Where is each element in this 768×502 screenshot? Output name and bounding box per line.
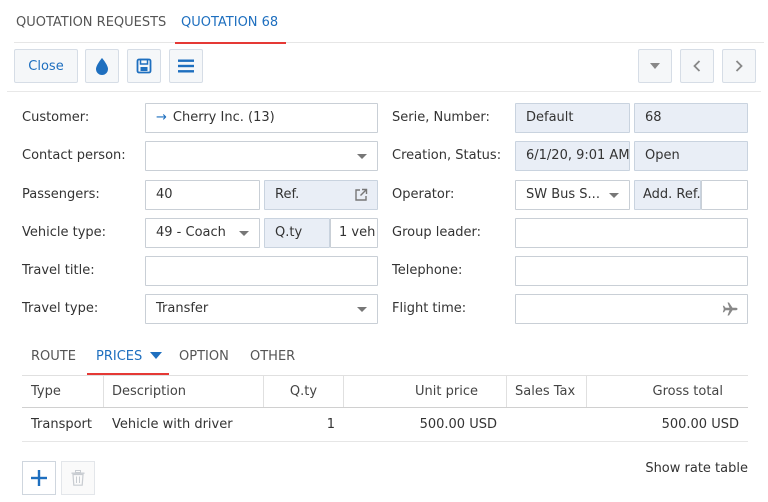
add-ref-label-box: Add. Ref. — [634, 180, 701, 210]
group-leader-input[interactable] — [515, 218, 748, 248]
airplane-icon[interactable] — [722, 302, 738, 316]
cell-gross-total: 500.00 USD — [661, 417, 739, 432]
tab-option[interactable]: OPTION — [179, 341, 229, 375]
tab-other[interactable]: OTHER — [250, 341, 295, 375]
travel-type-select[interactable]: Transfer — [145, 294, 378, 324]
contact-person-select[interactable] — [145, 141, 378, 171]
contact-person-label: Contact person: — [22, 148, 126, 163]
travel-type-value: Transfer — [156, 301, 209, 316]
caret-down-icon — [239, 231, 249, 236]
travel-title-input[interactable] — [145, 256, 378, 286]
plus-icon — [31, 470, 47, 486]
previous-button[interactable] — [680, 49, 714, 83]
tab-prices[interactable]: PRICES — [86, 341, 170, 375]
column-header-type[interactable]: Type — [22, 376, 104, 407]
ref-label: Ref. — [275, 187, 300, 202]
drop-icon — [96, 58, 108, 75]
travel-type-label: Travel type: — [22, 301, 99, 316]
serie-number-label: Serie, Number: — [392, 110, 490, 125]
trash-icon — [71, 470, 85, 486]
operator-label: Operator: — [392, 187, 455, 202]
customer-field[interactable]: → Cherry Inc. (13) — [145, 103, 378, 133]
save-icon — [136, 58, 152, 74]
cell-qty: 1 — [326, 417, 335, 432]
delete-row-button[interactable] — [61, 461, 95, 495]
travel-title-label: Travel title: — [22, 263, 95, 278]
passengers-label: Passengers: — [22, 187, 100, 202]
menu-button[interactable] — [169, 49, 203, 83]
telephone-label: Telephone: — [392, 263, 463, 278]
number-field: 68 — [634, 103, 748, 133]
caret-down-icon — [609, 193, 619, 198]
arrow-right-icon: → — [156, 110, 167, 125]
cell-description: Vehicle with driver — [112, 417, 233, 432]
chevron-right-icon — [735, 60, 743, 72]
sub-tab-bar: ROUTE PRICES OPTION OTHER — [22, 341, 748, 375]
menu-icon — [178, 59, 194, 73]
tab-prices-label: PRICES — [96, 349, 143, 364]
tab-quotation-requests[interactable]: QUOTATION REQUESTS — [16, 0, 166, 43]
flight-time-label: Flight time: — [392, 301, 467, 316]
cell-unit-price: 500.00 USD — [419, 417, 497, 432]
customer-label: Customer: — [22, 110, 90, 125]
toolbar-divider — [7, 91, 761, 92]
qty-input[interactable]: 1 veh — [330, 218, 378, 248]
caret-down-icon — [357, 154, 367, 159]
cell-sales-tax — [507, 408, 587, 441]
column-header-qty[interactable]: Q.ty — [264, 376, 344, 407]
chevron-left-icon — [693, 60, 701, 72]
group-leader-label: Group leader: — [392, 225, 482, 240]
tab-quotation-68[interactable]: QUOTATION 68 — [174, 0, 287, 44]
add-row-button[interactable] — [22, 461, 56, 495]
cell-type: Transport — [31, 417, 93, 432]
add-ref-input[interactable] — [701, 180, 748, 210]
column-header-sales-tax[interactable]: Sales Tax — [507, 376, 587, 407]
operator-value: SW Bus S... — [526, 187, 600, 202]
save-button[interactable] — [127, 49, 161, 83]
column-header-gross-total[interactable]: Gross total — [587, 376, 748, 407]
telephone-input[interactable] — [515, 256, 748, 286]
more-dropdown-button[interactable] — [638, 49, 672, 83]
creation-date-field: 6/1/20, 9:01 AM — [515, 141, 630, 171]
external-link-icon[interactable] — [354, 188, 368, 202]
show-rate-table-link[interactable]: Show rate table — [645, 461, 748, 477]
serie-field: Default — [515, 103, 630, 133]
qty-label-box: Q.ty — [264, 218, 330, 248]
column-header-description[interactable]: Description — [104, 376, 264, 407]
close-button[interactable]: Close — [14, 49, 78, 83]
prices-table: Type Description Q.ty Unit price Sales T… — [22, 375, 748, 442]
caret-down-icon — [650, 63, 660, 69]
column-header-unit-price[interactable]: Unit price — [344, 376, 507, 407]
operator-select[interactable]: SW Bus S... — [515, 180, 630, 210]
vehicle-type-value: 49 - Coach — [156, 225, 226, 240]
vehicle-type-select[interactable]: 49 - Coach — [145, 218, 260, 248]
table-row[interactable]: Transport Vehicle with driver 1 500.00 U… — [22, 408, 748, 442]
caret-down-icon — [357, 307, 367, 312]
flight-time-input[interactable] — [515, 294, 748, 324]
creation-status-label: Creation, Status: — [392, 148, 502, 163]
status-field: Open — [634, 141, 748, 171]
top-tab-bar: QUOTATION REQUESTS QUOTATION 68 — [14, 0, 764, 44]
caret-down-icon — [150, 352, 163, 359]
ref-field[interactable]: Ref. — [264, 180, 378, 210]
tab-route[interactable]: ROUTE — [31, 341, 76, 375]
next-button[interactable] — [722, 49, 756, 83]
toolbar: Close — [14, 49, 764, 84]
customer-value: Cherry Inc. (13) — [172, 110, 275, 125]
passengers-input[interactable]: 40 — [145, 180, 260, 210]
vehicle-type-label: Vehicle type: — [22, 225, 107, 240]
drop-button[interactable] — [85, 49, 119, 83]
table-header: Type Description Q.ty Unit price Sales T… — [22, 375, 748, 408]
